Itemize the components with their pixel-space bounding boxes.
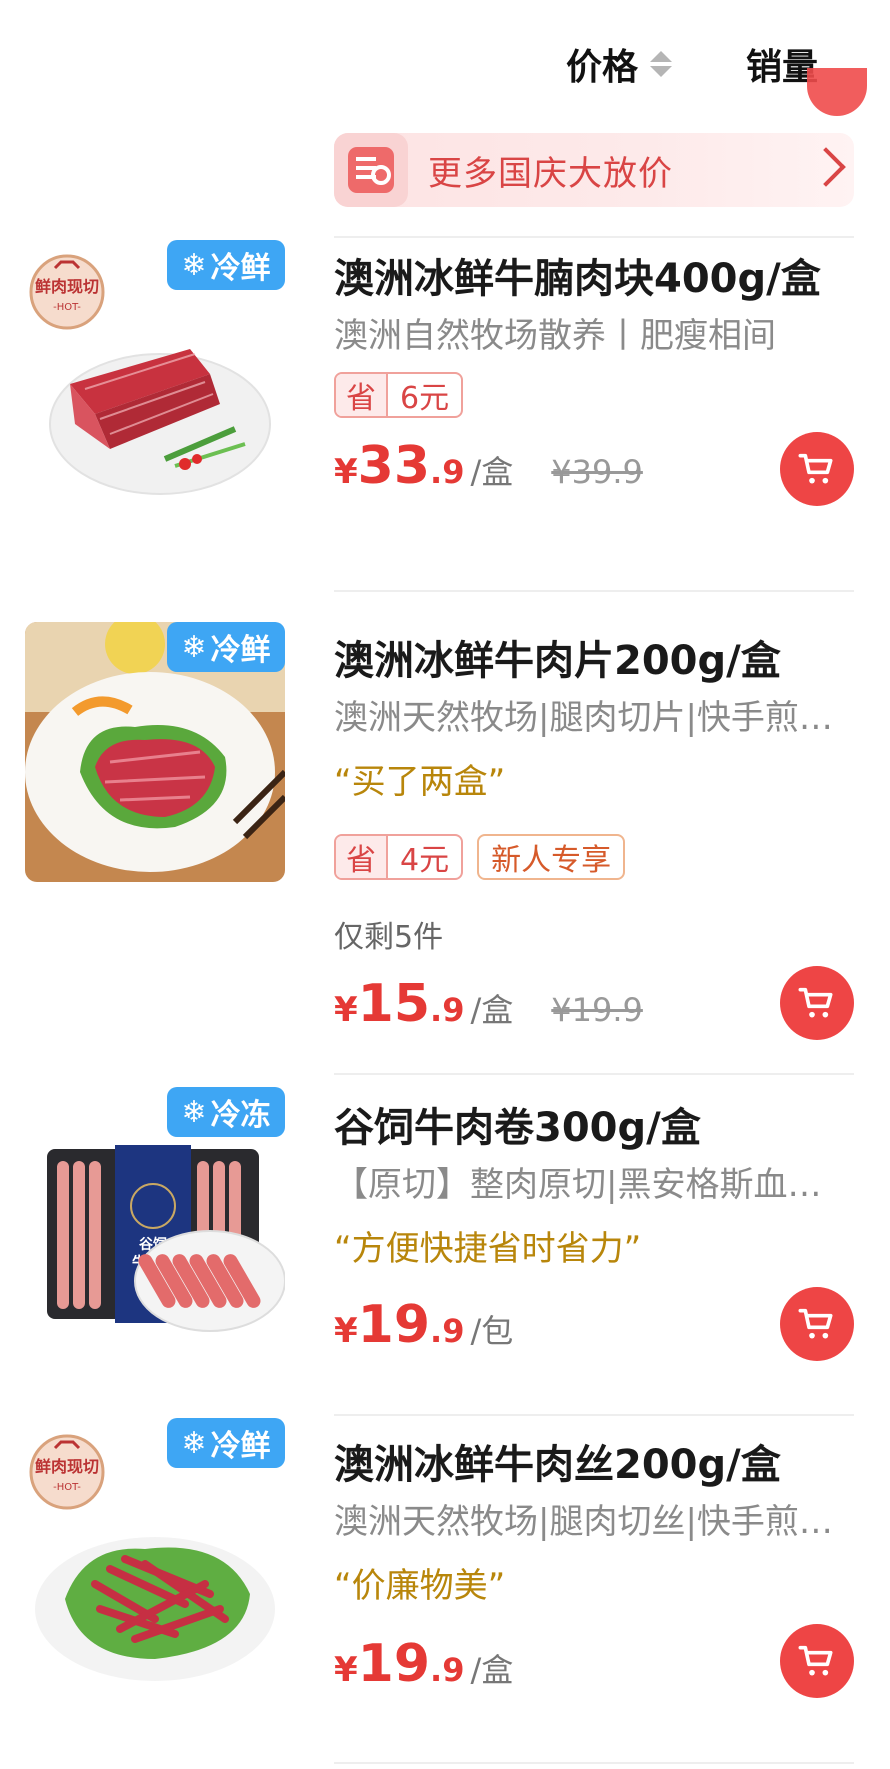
price-decimal: .9 bbox=[430, 991, 465, 1029]
product-title[interactable]: 澳洲冰鲜牛腩肉块400g/盒 bbox=[334, 246, 821, 304]
chilled-badge: ❄ 冷鲜 bbox=[167, 1418, 285, 1468]
price-unit: /包 bbox=[470, 1312, 514, 1350]
currency-symbol: ¥ bbox=[334, 990, 358, 1030]
price-row: ¥ 19 .9 /包 bbox=[334, 1295, 513, 1355]
cart-icon bbox=[798, 1645, 833, 1676]
price-unit: /盒 bbox=[470, 991, 514, 1029]
product-tags: 省 6元 bbox=[334, 372, 464, 418]
saving-tag-value: 4元 bbox=[400, 843, 450, 878]
search-list-icon bbox=[334, 133, 408, 207]
saving-tag-value: 6元 bbox=[400, 381, 450, 416]
badge-label: 冷鲜 bbox=[210, 1429, 271, 1464]
stock-remaining: 仅剩5件 bbox=[334, 920, 444, 955]
sort-arrows-icon bbox=[650, 51, 673, 77]
cart-icon bbox=[798, 1308, 833, 1339]
product-tags: 省 4元 新人专享 bbox=[334, 834, 626, 880]
saving-tag: 省 4元 bbox=[334, 834, 464, 880]
product-image[interactable]: 鲜肉现切 -HOT- bbox=[25, 1434, 285, 1694]
snowflake-icon: ❄ bbox=[181, 629, 207, 665]
promo-banner[interactable]: 更多国庆大放价 bbox=[334, 133, 854, 207]
add-to-cart-button[interactable] bbox=[780, 432, 854, 506]
price-integer: 33 bbox=[357, 436, 431, 496]
chilled-badge: ❄ 冷鲜 bbox=[167, 622, 285, 672]
product-image[interactable]: 谷饲 牛肉卷 bbox=[25, 1101, 285, 1361]
add-to-cart-button[interactable] bbox=[780, 966, 854, 1040]
svg-text:-HOT-: -HOT- bbox=[53, 1482, 81, 1493]
add-to-cart-button[interactable] bbox=[780, 1287, 854, 1361]
price-unit: /盒 bbox=[470, 453, 514, 491]
product-subtitle: 澳洲天然牧场|腿肉切丝|快手煎… bbox=[334, 1502, 833, 1542]
snowflake-icon: ❄ bbox=[181, 247, 207, 283]
product-subtitle: 澳洲自然牧场散养丨肥瘦相间 bbox=[334, 316, 776, 356]
original-price: ¥19.9 bbox=[551, 991, 643, 1029]
frozen-badge: ❄ 冷冻 bbox=[167, 1087, 285, 1137]
divider bbox=[334, 590, 854, 592]
svg-text:鲜肉现切: 鲜肉现切 bbox=[35, 277, 99, 296]
price-row: ¥ 19 .9 /盒 bbox=[334, 1634, 513, 1694]
price-integer: 19 bbox=[357, 1295, 431, 1355]
new-user-tag: 新人专享 bbox=[477, 834, 626, 880]
price-decimal: .9 bbox=[430, 1312, 465, 1350]
currency-symbol: ¥ bbox=[334, 1311, 358, 1351]
currency-symbol: ¥ bbox=[334, 452, 358, 492]
review-quote: “方便快捷省时省力” bbox=[334, 1229, 642, 1269]
cart-icon bbox=[798, 987, 833, 1018]
currency-symbol: ¥ bbox=[334, 1650, 358, 1690]
divider bbox=[334, 236, 854, 238]
chevron-right-icon bbox=[806, 147, 846, 187]
badge-label: 冷冻 bbox=[210, 1098, 271, 1133]
snowflake-icon: ❄ bbox=[181, 1425, 207, 1461]
review-quote: “买了两盒” bbox=[334, 762, 506, 802]
cart-icon bbox=[798, 453, 833, 484]
price-unit: /盒 bbox=[470, 1651, 514, 1689]
sort-by-price[interactable]: 价格 bbox=[566, 38, 673, 90]
svg-text:鲜肉现切: 鲜肉现切 bbox=[35, 1457, 99, 1476]
saving-tag-key: 省 bbox=[336, 836, 388, 878]
product-title[interactable]: 澳洲冰鲜牛肉片200g/盒 bbox=[334, 628, 781, 686]
saving-tag: 省 6元 bbox=[334, 372, 464, 418]
price-decimal: .9 bbox=[430, 1651, 465, 1689]
price-integer: 19 bbox=[357, 1634, 431, 1694]
product-title[interactable]: 澳洲冰鲜牛肉丝200g/盒 bbox=[334, 1432, 781, 1490]
product-title[interactable]: 谷饲牛肉卷300g/盒 bbox=[334, 1095, 701, 1153]
svg-text:-HOT-: -HOT- bbox=[53, 302, 81, 313]
saving-tag-key: 省 bbox=[336, 374, 388, 416]
sort-price-label: 价格 bbox=[566, 47, 639, 88]
price-decimal: .9 bbox=[430, 453, 465, 491]
promo-text: 更多国庆大放价 bbox=[428, 153, 673, 194]
divider bbox=[334, 1073, 854, 1075]
chilled-badge: ❄ 冷鲜 bbox=[167, 240, 285, 290]
badge-label: 冷鲜 bbox=[210, 633, 271, 668]
add-to-cart-button[interactable] bbox=[780, 1624, 854, 1698]
price-row: ¥ 15 .9 /盒 ¥19.9 bbox=[334, 974, 643, 1034]
review-quote: “价廉物美” bbox=[334, 1566, 506, 1606]
product-image[interactable]: 鲜肉现切 -HOT- bbox=[25, 254, 285, 514]
sort-bar: 价格 销量 bbox=[0, 0, 890, 120]
divider bbox=[334, 1414, 854, 1416]
product-subtitle: 【原切】整肉原切|黑安格斯血… bbox=[334, 1165, 822, 1205]
divider bbox=[334, 1762, 854, 1764]
product-subtitle: 澳洲天然牧场|腿肉切片|快手煎… bbox=[334, 698, 833, 738]
badge-label: 冷鲜 bbox=[210, 251, 271, 286]
price-row: ¥ 33 .9 /盒 ¥39.9 bbox=[334, 436, 643, 496]
snowflake-icon: ❄ bbox=[181, 1094, 207, 1130]
original-price: ¥39.9 bbox=[551, 453, 643, 491]
price-integer: 15 bbox=[357, 974, 431, 1034]
